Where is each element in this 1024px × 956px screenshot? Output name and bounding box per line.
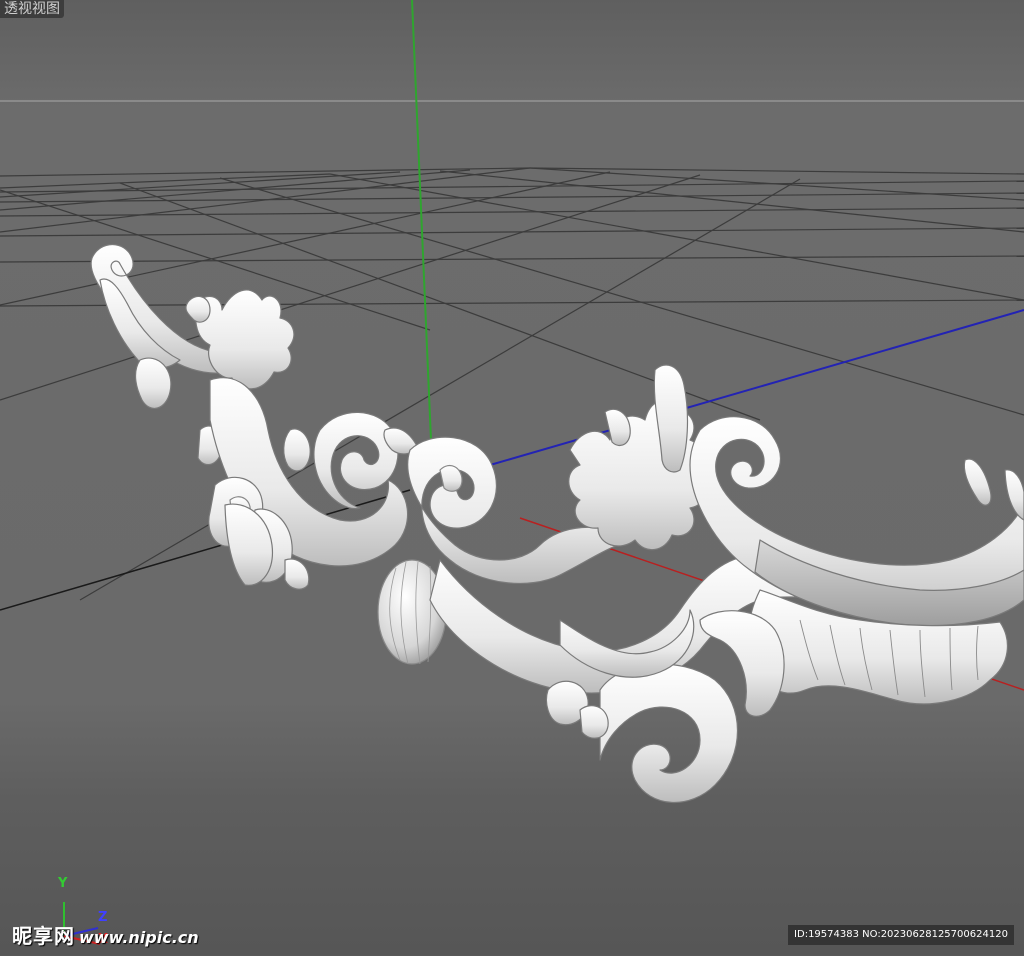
axis-label-z: Z bbox=[98, 910, 108, 925]
3d-viewport[interactable]: 透视视图 Y Z X 昵享网 www.nipic.cn ID:19574383 N… bbox=[0, 0, 1024, 955]
view-label[interactable]: 透视视图 bbox=[0, 0, 64, 18]
axis-label-y: Y bbox=[58, 876, 68, 891]
watermark-url: www.nipic.cn bbox=[79, 928, 199, 947]
y-axis-line bbox=[411, 0, 432, 441]
ornament-model[interactable] bbox=[90, 244, 1024, 804]
watermark-id: ID:19574383 NO:20230628125700624120 bbox=[788, 925, 1014, 945]
watermark-logo-text: 昵享网 bbox=[12, 924, 75, 948]
viewport-scene[interactable] bbox=[0, 0, 1024, 955]
watermark-logo: 昵享网 www.nipic.cn bbox=[12, 924, 199, 950]
